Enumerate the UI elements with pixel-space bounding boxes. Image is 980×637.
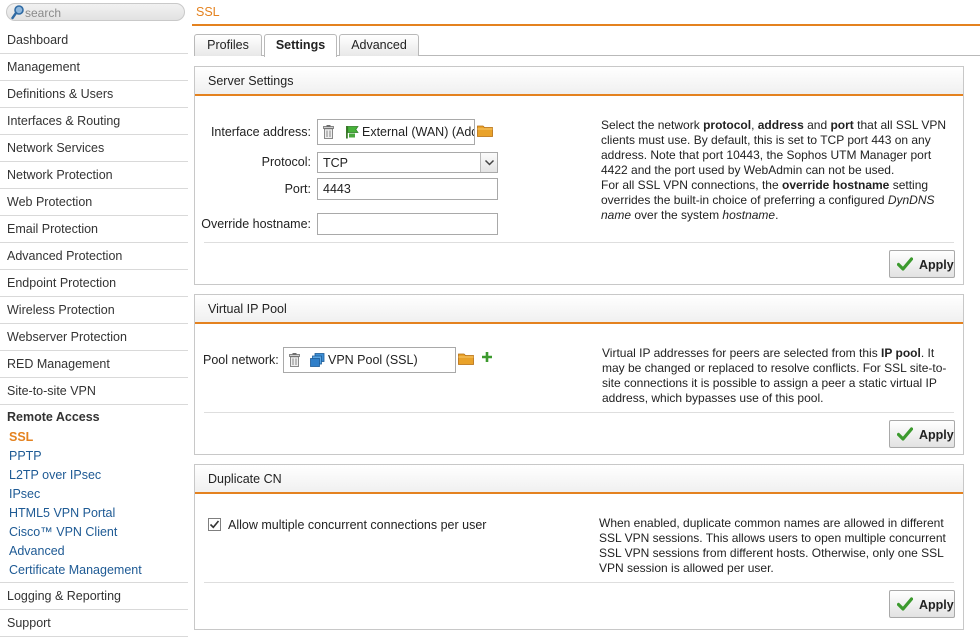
protocol-value: TCP	[323, 156, 348, 170]
port-input[interactable]	[317, 178, 498, 200]
pool-network-field[interactable]: VPN Pool (SSL)	[283, 347, 456, 373]
remote-access-submenu: SSL PPTP L2TP over IPsec IPsec HTML5 VPN…	[0, 428, 188, 583]
chevron-down-icon[interactable]	[480, 153, 497, 172]
nav-item-interfaces-routing[interactable]: Interfaces & Routing	[0, 108, 188, 135]
virtual-ip-pool-panel: Virtual IP Pool Pool network: VPN Pool (…	[194, 294, 964, 455]
interface-address-value: External (WAN) (Address)	[362, 125, 474, 139]
search-box[interactable]	[6, 3, 185, 21]
folder-icon[interactable]	[477, 124, 493, 140]
panel-separator	[204, 582, 954, 583]
panel-separator	[204, 412, 954, 413]
apply-label: Apply	[919, 598, 954, 612]
nav-item-support[interactable]: Support	[0, 610, 188, 637]
nav-item-remote-access[interactable]: Remote Access	[0, 405, 188, 428]
protocol-label: Protocol:	[261, 155, 311, 169]
duplicate-cn-description: When enabled, duplicate common names are…	[599, 516, 946, 575]
nav-item-dashboard[interactable]: Dashboard	[0, 27, 188, 54]
server-settings-panel: Server Settings Interface address: Exter…	[194, 66, 964, 285]
sub-item-l2tp-over-ipsec[interactable]: L2TP over IPsec	[0, 466, 188, 485]
nav-item-red-management[interactable]: RED Management	[0, 351, 188, 378]
panel-title: Server Settings	[195, 67, 963, 96]
nav-item-endpoint-protection[interactable]: Endpoint Protection	[0, 270, 188, 297]
pool-network-label: Pool network:	[203, 353, 279, 367]
tab-profiles[interactable]: Profiles	[194, 34, 262, 56]
panel-title: Duplicate CN	[195, 465, 963, 494]
trash-icon[interactable]	[289, 353, 300, 370]
tab-advanced[interactable]: Advanced	[339, 34, 419, 56]
check-icon	[896, 597, 914, 614]
sub-item-certificate-management[interactable]: Certificate Management	[0, 561, 188, 580]
sub-item-advanced[interactable]: Advanced	[0, 542, 188, 561]
sidebar: Dashboard Management Definitions & Users…	[0, 0, 188, 637]
search-input[interactable]	[25, 5, 175, 20]
nav-item-web-protection[interactable]: Web Protection	[0, 189, 188, 216]
allow-multiple-connections-checkbox[interactable]	[208, 518, 221, 531]
add-icon[interactable]	[481, 351, 493, 365]
protocol-select[interactable]: TCP	[317, 152, 498, 173]
nav-item-logging-reporting[interactable]: Logging & Reporting	[0, 583, 188, 610]
nav-item-wireless-protection[interactable]: Wireless Protection	[0, 297, 188, 324]
nav-item-advanced-protection[interactable]: Advanced Protection	[0, 243, 188, 270]
panel-separator	[204, 242, 954, 243]
apply-button[interactable]: Apply	[889, 250, 955, 278]
nav-item-definitions-users[interactable]: Definitions & Users	[0, 81, 188, 108]
check-icon	[896, 427, 914, 444]
apply-label: Apply	[919, 258, 954, 272]
nav-item-management[interactable]: Management	[0, 54, 188, 81]
nav-item-email-protection[interactable]: Email Protection	[0, 216, 188, 243]
network-icon	[310, 353, 325, 370]
override-hostname-box[interactable]	[318, 214, 497, 234]
nav-item-site-to-site-vpn[interactable]: Site-to-site VPN	[0, 378, 188, 405]
sub-item-ipsec[interactable]: IPsec	[0, 485, 188, 504]
apply-button[interactable]: Apply	[889, 420, 955, 448]
nav-item-network-services[interactable]: Network Services	[0, 135, 188, 162]
checkmark-icon	[209, 520, 220, 529]
sub-item-html5-vpn-portal[interactable]: HTML5 VPN Portal	[0, 504, 188, 523]
interface-address-field[interactable]: External (WAN) (Address)	[317, 119, 475, 145]
interface-icon	[345, 125, 359, 142]
sub-item-ssl[interactable]: SSL	[0, 428, 188, 447]
main-nav: Dashboard Management Definitions & Users…	[0, 27, 188, 637]
override-hostname-input[interactable]	[317, 213, 498, 235]
nav-item-network-protection[interactable]: Network Protection	[0, 162, 188, 189]
folder-icon[interactable]	[458, 352, 474, 368]
override-hostname-label: Override hostname:	[201, 217, 311, 231]
title-divider	[192, 24, 980, 26]
interface-address-label: Interface address:	[210, 125, 311, 139]
port-input-box[interactable]	[318, 179, 497, 199]
panel-title: Virtual IP Pool	[195, 295, 963, 324]
page-title: SSL	[196, 5, 220, 19]
search-icon	[11, 5, 24, 23]
sub-item-pptp[interactable]: PPTP	[0, 447, 188, 466]
port-label: Port:	[284, 182, 311, 196]
virtual-ip-pool-description: Virtual IP addresses for peers are selec…	[602, 346, 947, 405]
nav-item-webserver-protection[interactable]: Webserver Protection	[0, 324, 188, 351]
apply-label: Apply	[919, 428, 954, 442]
check-icon	[896, 257, 914, 274]
allow-multiple-connections-label[interactable]: Allow multiple concurrent connections pe…	[228, 518, 486, 532]
pool-network-value: VPN Pool (SSL)	[328, 353, 418, 367]
apply-button[interactable]: Apply	[889, 590, 955, 618]
tab-settings[interactable]: Settings	[264, 34, 337, 57]
trash-icon[interactable]	[323, 125, 334, 142]
server-settings-description: Select the network protocol, address and…	[601, 118, 947, 222]
sub-item-cisco-vpn-client[interactable]: Cisco™ VPN Client	[0, 523, 188, 542]
duplicate-cn-panel: Duplicate CN Allow multiple concurrent c…	[194, 464, 964, 630]
